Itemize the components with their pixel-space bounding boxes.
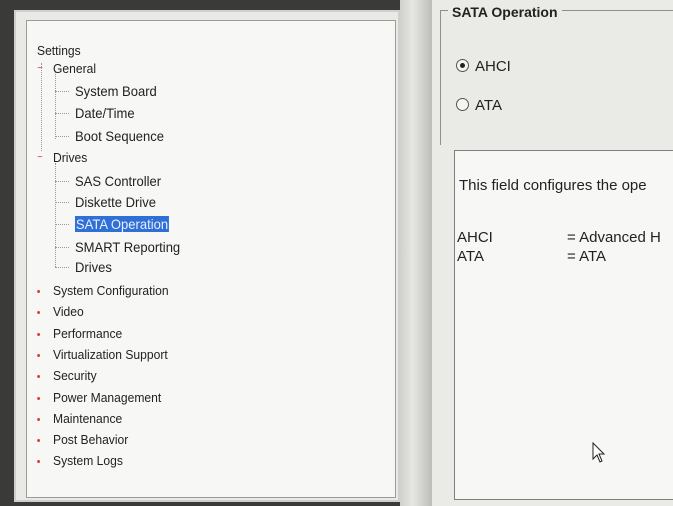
tree-item-date-time[interactable]: Date/Time <box>75 105 135 121</box>
tree-item-label: Power Management <box>53 390 162 405</box>
mouse-pointer-icon <box>592 442 606 463</box>
definition-key: ATA <box>457 248 484 265</box>
tree-item-label: Virtualization Support <box>53 347 168 362</box>
tree-item-label: System Logs <box>53 453 123 468</box>
tree-item-label: System Configuration <box>53 283 169 298</box>
tree-item-label: Security <box>53 368 97 383</box>
tree-connector <box>55 202 69 203</box>
tree-item-label: SMART Reporting <box>75 239 181 255</box>
tree-root-settings[interactable]: Settings <box>37 43 81 59</box>
tree-connector <box>55 247 69 248</box>
expand-icon[interactable] <box>37 290 40 293</box>
radio-ahci[interactable]: AHCI <box>456 58 511 75</box>
definition-row: ATA = ATA <box>457 248 606 265</box>
tree-item-system-logs[interactable]: System Logs <box>37 453 123 469</box>
collapse-icon[interactable]: − <box>36 153 43 163</box>
tree-item-label: Boot Sequence <box>75 128 165 144</box>
help-text-box: This field configures the ope AHCI = Adva… <box>454 150 673 500</box>
tree-connector <box>55 163 56 267</box>
tree-item-label: Diskette Drive <box>75 194 157 210</box>
tree-item-performance[interactable]: Performance <box>37 326 123 342</box>
definition-key: AHCI <box>457 229 493 246</box>
tree-item-system-configuration[interactable]: System Configuration <box>37 283 169 299</box>
tree-connector <box>55 267 69 268</box>
group-title: SATA Operation <box>448 4 562 20</box>
expand-icon[interactable] <box>37 460 40 463</box>
tree-item-drives-sub[interactable]: Drives <box>75 259 112 275</box>
tree-item-power-management[interactable]: Power Management <box>37 390 162 406</box>
tree-item-label: General <box>53 61 97 76</box>
radio-label: AHCI <box>475 58 511 75</box>
tree-item-post-behavior[interactable]: Post Behavior <box>37 432 129 448</box>
tree-connector <box>41 63 42 151</box>
settings-tree: Settings − General System Board Date/Tim… <box>26 20 396 498</box>
group-border <box>440 10 441 145</box>
tree-item-smart-reporting[interactable]: SMART Reporting <box>75 239 180 255</box>
help-intro: This field configures the ope <box>459 177 647 194</box>
tree-item-sas-controller[interactable]: SAS Controller <box>75 173 161 189</box>
tree-item-label: SAS Controller <box>75 173 162 189</box>
tree-connector <box>55 91 69 92</box>
tree-item-virtualization-support[interactable]: Virtualization Support <box>37 347 168 363</box>
tree-connector <box>55 113 69 114</box>
tree-item-label: Date/Time <box>75 105 135 121</box>
tree-item-boot-sequence[interactable]: Boot Sequence <box>75 128 164 144</box>
tree-item-label: Post Behavior <box>53 432 129 447</box>
tree-item-system-board[interactable]: System Board <box>75 83 157 99</box>
tree-item-general[interactable]: − General <box>37 61 97 77</box>
tree-item-sata-operation[interactable]: SATA Operation <box>75 216 170 232</box>
radio-selected-icon[interactable] <box>456 59 469 72</box>
expand-icon[interactable] <box>37 333 40 336</box>
definition-row: AHCI = Advanced H <box>457 229 661 246</box>
tree-connector <box>55 71 56 139</box>
definition-value: = ATA <box>567 248 607 265</box>
tree-item-security[interactable]: Security <box>37 368 97 384</box>
tree-connector <box>55 224 69 225</box>
expand-icon[interactable] <box>37 439 40 442</box>
tree-item-label: Drives <box>75 259 112 275</box>
pane-splitter[interactable] <box>400 0 432 506</box>
settings-tree-pane: Settings − General System Board Date/Tim… <box>14 10 400 502</box>
expand-icon[interactable] <box>37 354 40 357</box>
tree-item-maintenance[interactable]: Maintenance <box>37 411 123 427</box>
radio-label: ATA <box>475 97 502 114</box>
expand-icon[interactable] <box>37 397 40 400</box>
tree-connector <box>55 181 69 182</box>
tree-connector <box>55 136 69 137</box>
definition-value: = Advanced H <box>567 229 661 246</box>
radio-unselected-icon[interactable] <box>456 98 469 111</box>
tree-item-label: Video <box>53 304 84 319</box>
tree-item-diskette-drive[interactable]: Diskette Drive <box>75 194 156 210</box>
tree-item-label: Drives <box>53 150 88 165</box>
settings-detail-pane: SATA Operation AHCI ATA This field confi… <box>432 0 673 506</box>
tree-item-label: Maintenance <box>53 411 123 426</box>
radio-ata[interactable]: ATA <box>456 97 502 114</box>
collapse-icon[interactable]: − <box>36 64 43 74</box>
tree-item-drives[interactable]: − Drives <box>37 150 88 166</box>
expand-icon[interactable] <box>37 375 40 378</box>
tree-item-video[interactable]: Video <box>37 304 84 320</box>
expand-icon[interactable] <box>37 311 40 314</box>
tree-root-label: Settings <box>37 43 81 58</box>
tree-item-label: SATA Operation <box>75 216 170 232</box>
tree-item-label: Performance <box>53 326 123 341</box>
tree-item-label: System Board <box>75 83 157 99</box>
expand-icon[interactable] <box>37 418 40 421</box>
